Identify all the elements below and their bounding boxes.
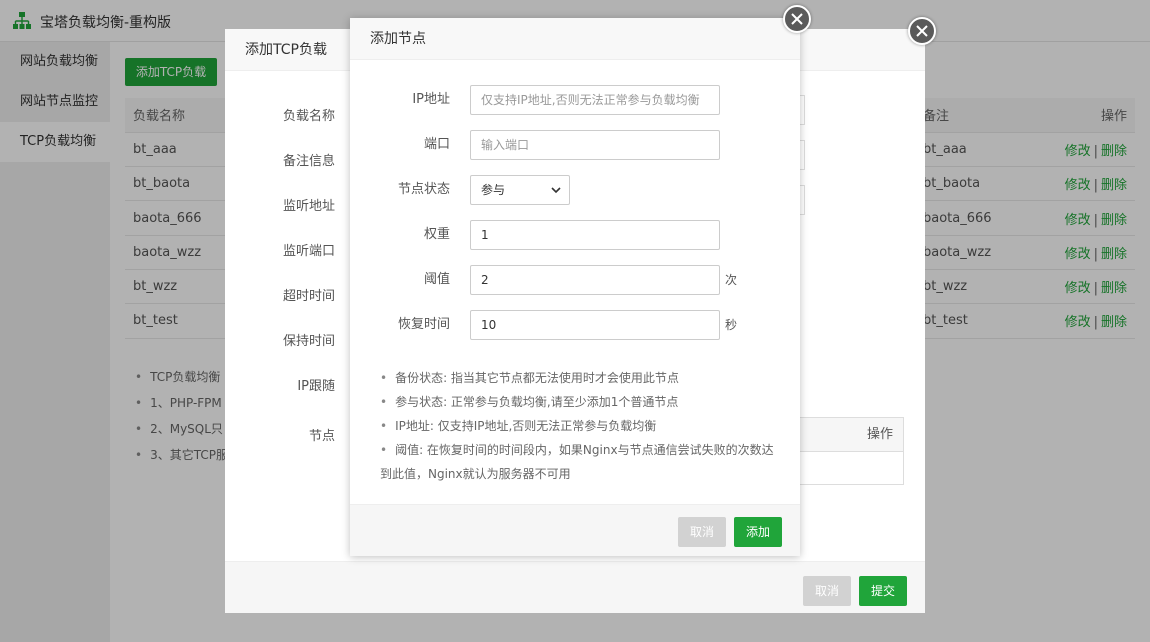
- threshold-input[interactable]: [470, 265, 720, 295]
- cancel-button[interactable]: 取消: [803, 576, 851, 606]
- recover-time-input[interactable]: [470, 310, 720, 340]
- label-lb-name: 负载名称: [282, 109, 335, 124]
- label-timeout: 超时时间: [282, 289, 335, 304]
- label-remark: 备注信息: [282, 154, 335, 169]
- threshold-label: 阈值: [423, 272, 450, 287]
- close-node-dialog-button[interactable]: [783, 5, 811, 33]
- tip-item: • IP地址: 仅支持IP地址,否则无法正常参与负载均衡: [380, 419, 657, 433]
- node-state-value: 参与: [481, 183, 506, 197]
- add-node-dialog: 添加节点 IP地址 端口 节点状态 参与 权重 阈值 次 恢复时间 秒 •备份状…: [350, 18, 800, 556]
- node-col-ops: 操作: [866, 427, 893, 442]
- ip-label: IP地址: [412, 92, 450, 107]
- state-label: 节点状态: [397, 182, 450, 197]
- weight-row: 权重: [350, 220, 800, 250]
- tip-item: • 阈值: 在恢复时间的时间段内，如果Nginx与节点通信尝试失败的次数达到此值，…: [380, 443, 774, 481]
- recover-row: 恢复时间 秒: [350, 310, 800, 340]
- cancel-button[interactable]: 取消: [678, 517, 726, 547]
- chevron-down-icon: [551, 187, 561, 194]
- recover-unit: 秒: [725, 318, 738, 332]
- label-listen-address: 监听地址: [282, 199, 335, 214]
- state-row: 节点状态 参与: [350, 175, 800, 205]
- label-nodes: 节点: [308, 429, 335, 444]
- label-listen-port: 监听端口: [282, 244, 335, 259]
- threshold-unit: 次: [725, 273, 738, 287]
- port-input[interactable]: [470, 130, 720, 160]
- tip-item: • 参与状态: 正常参与负载均衡,请至少添加1个普通节点: [380, 395, 679, 409]
- node-tips: • 备份状态: 指当其它节点都无法使用时才会使用此节点 • 参与状态: 正常参与负载…: [380, 366, 780, 486]
- add-node-button[interactable]: 添加: [734, 517, 782, 547]
- label-ip-hash: IP跟随: [297, 379, 335, 394]
- label-keepalive: 保持时间: [282, 334, 335, 349]
- dialog-footer: 取消 添加: [350, 504, 800, 556]
- weight-label: 权重: [423, 227, 450, 242]
- recover-label: 恢复时间: [397, 317, 450, 332]
- submit-button[interactable]: 提交: [859, 576, 907, 606]
- node-state-select[interactable]: 参与: [470, 175, 570, 205]
- close-icon: [791, 13, 803, 25]
- weight-input[interactable]: [470, 220, 720, 250]
- ip-row: IP地址: [350, 85, 800, 115]
- close-dialog-button[interactable]: [908, 17, 936, 45]
- dialog-footer: 取消 提交: [225, 561, 925, 613]
- port-label: 端口: [423, 137, 450, 152]
- threshold-row: 阈值 次: [350, 265, 800, 295]
- ip-input[interactable]: [470, 85, 720, 115]
- port-row: 端口: [350, 130, 800, 160]
- dialog-title: 添加节点: [350, 18, 800, 60]
- tip-item: • 备份状态: 指当其它节点都无法使用时才会使用此节点: [380, 371, 679, 385]
- close-icon: [916, 25, 928, 37]
